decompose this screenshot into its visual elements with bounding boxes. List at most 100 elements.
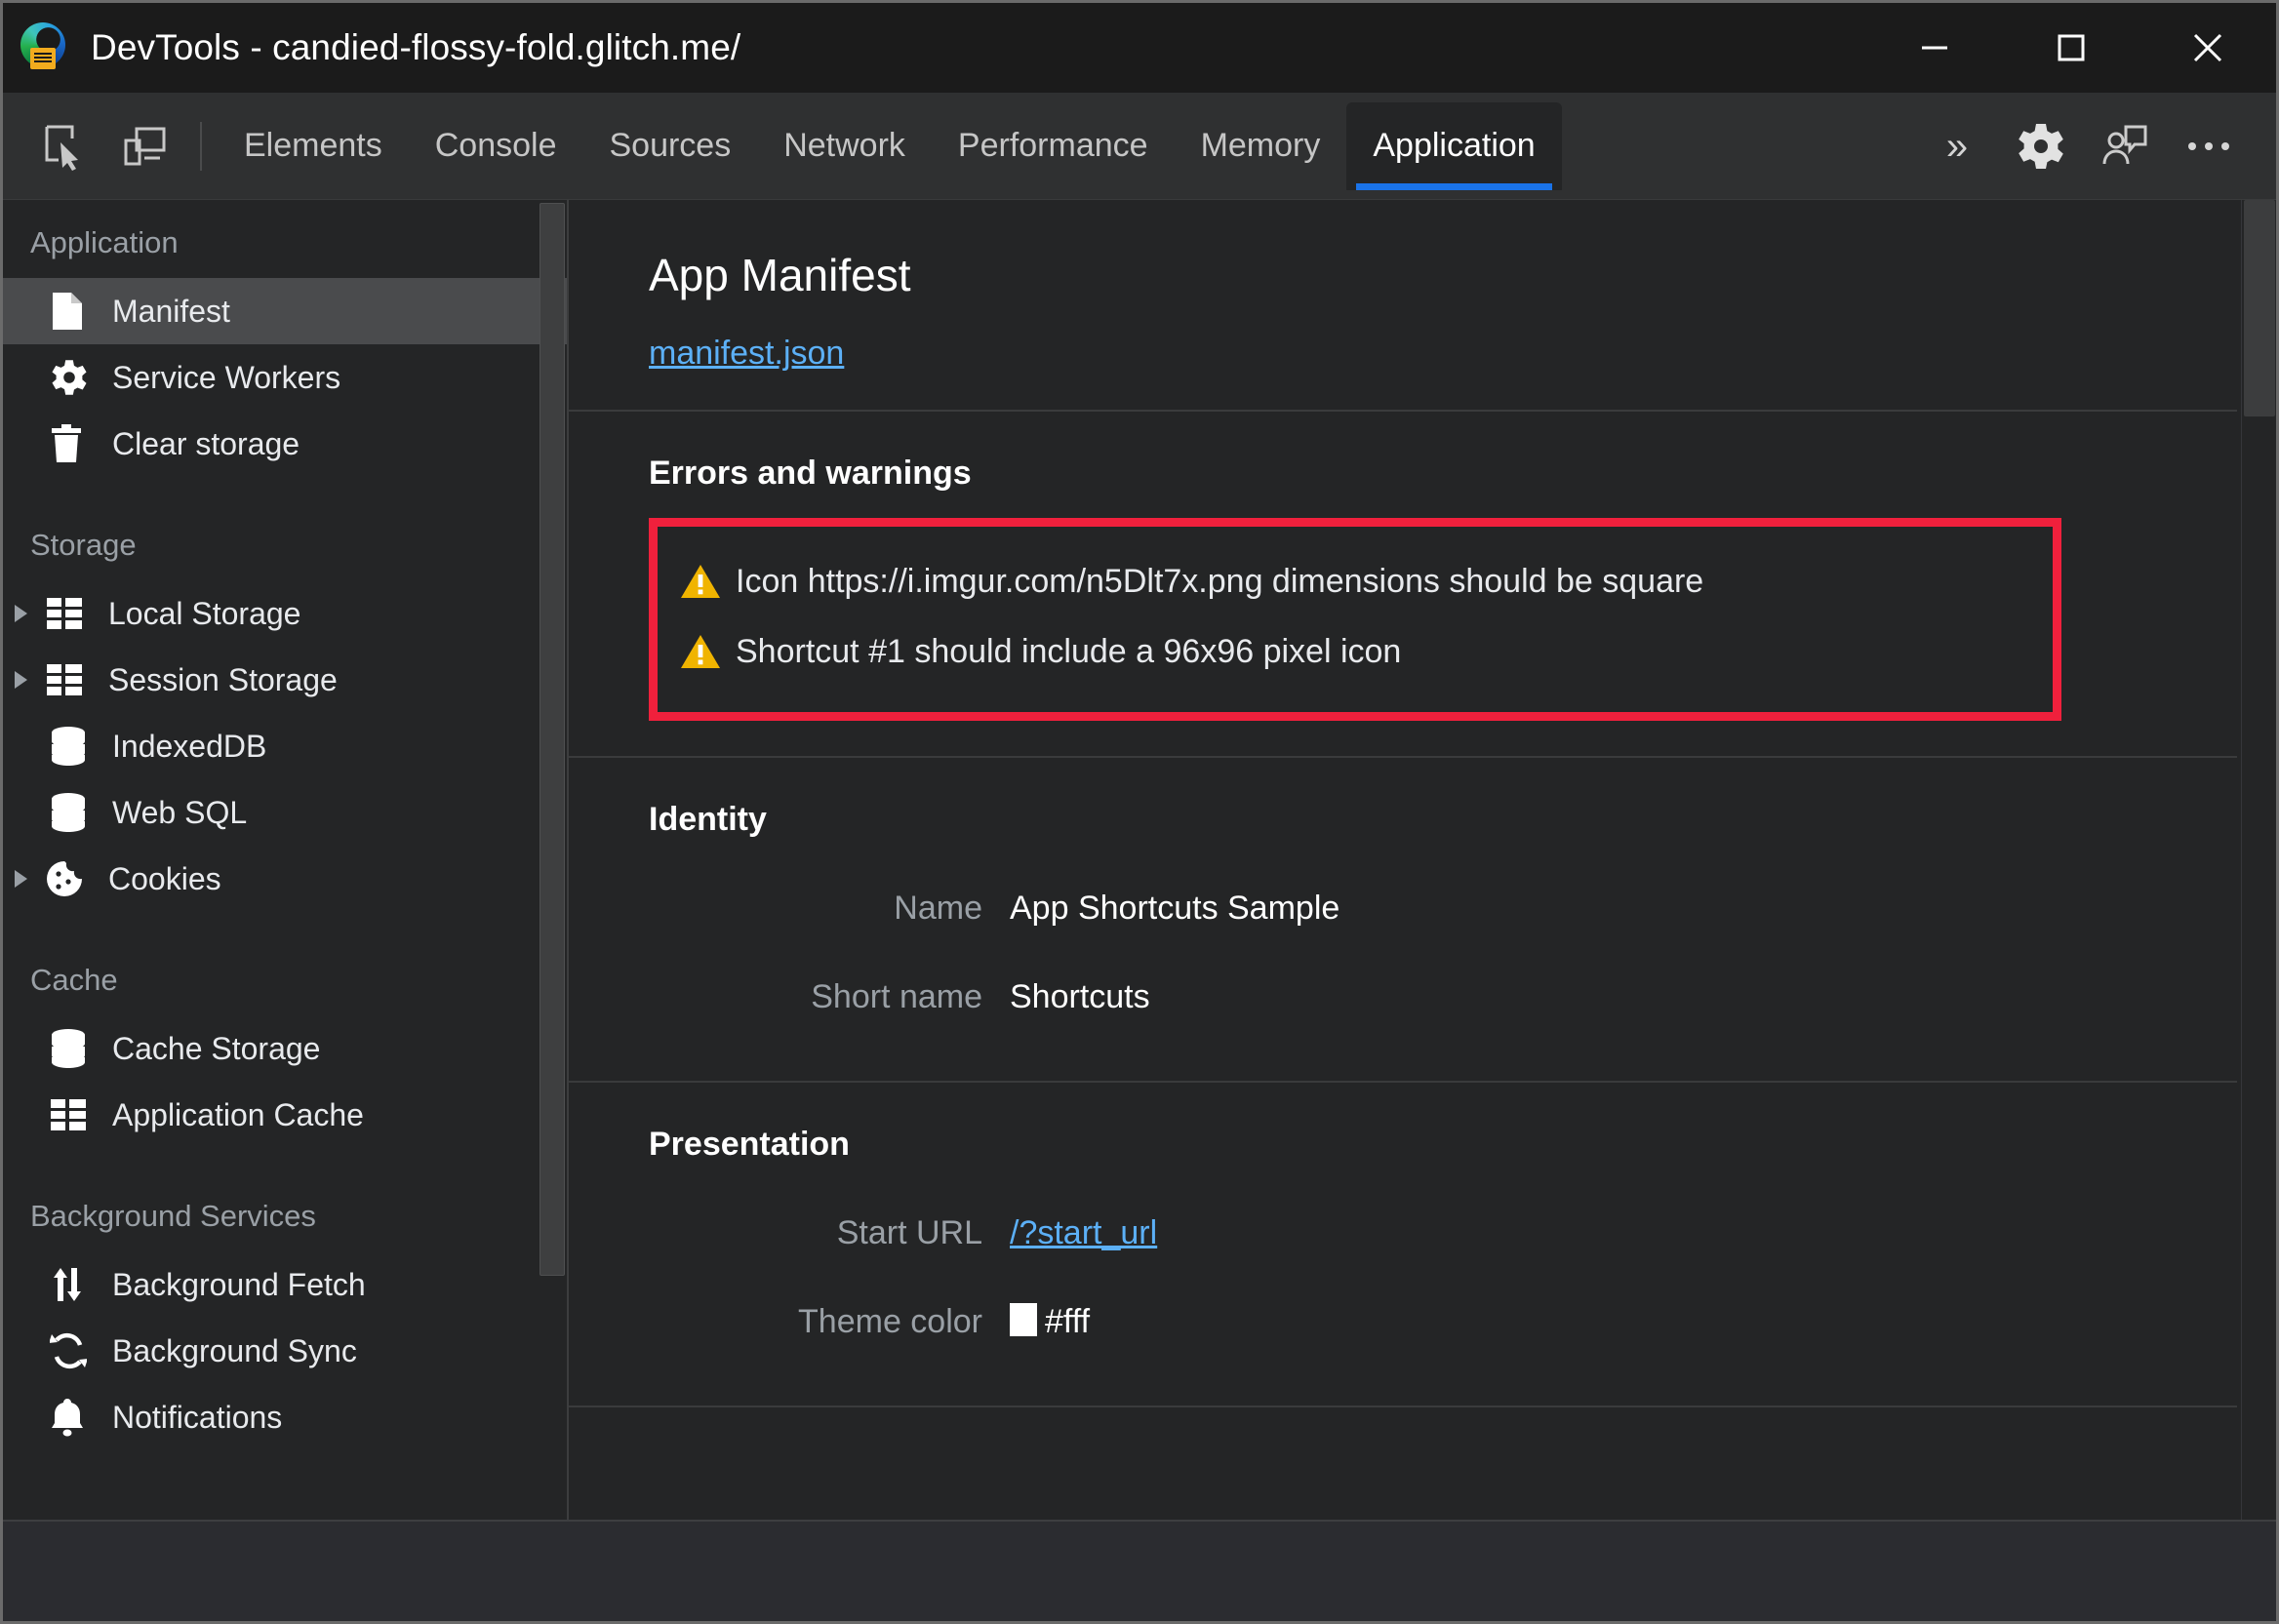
sidebar-item-background-sync[interactable]: Background Sync xyxy=(3,1318,567,1384)
sidebar-scrollbar[interactable] xyxy=(540,200,565,1621)
sidebar-item-label: Application Cache xyxy=(112,1097,364,1132)
tab-sources[interactable]: Sources xyxy=(582,102,757,190)
database-icon xyxy=(50,726,100,767)
tab-network[interactable]: Network xyxy=(757,102,932,190)
sidebar-item-application-cache[interactable]: Application Cache xyxy=(3,1082,567,1148)
sidebar-group-application: Application xyxy=(30,225,179,259)
minimize-button[interactable] xyxy=(1866,3,2003,93)
sidebar-item-label: Session Storage xyxy=(108,662,338,697)
sidebar-item-label: IndexedDB xyxy=(112,729,267,764)
presentation-heading: Presentation xyxy=(649,1126,850,1163)
sidebar-item-clear-storage[interactable]: Clear storage xyxy=(3,411,567,477)
database-icon xyxy=(50,792,100,833)
identity-name-field: Name App Shortcuts Sample xyxy=(649,864,2237,953)
device-toolbar-icon[interactable] xyxy=(104,106,184,186)
toolbar-actions: » xyxy=(1915,104,2276,188)
sidebar-item-background-fetch[interactable]: Background Fetch xyxy=(3,1251,567,1318)
sidebar-item-label: Web SQL xyxy=(112,795,248,830)
database-icon xyxy=(50,1028,100,1069)
field-label: Name xyxy=(894,890,982,927)
field-label: Theme color xyxy=(798,1303,982,1340)
sidebar-item-cache-storage[interactable]: Cache Storage xyxy=(3,1015,567,1082)
theme-color-hex: #fff xyxy=(1045,1303,1091,1340)
expand-triangle-icon[interactable] xyxy=(15,870,46,888)
sidebar-item-indexeddb[interactable]: IndexedDB xyxy=(3,713,567,779)
devtools-content: Application Manifest Service Workers Cle… xyxy=(3,200,2276,1621)
sidebar-item-label: Background Fetch xyxy=(112,1267,366,1302)
sidebar-item-local-storage[interactable]: Local Storage xyxy=(3,580,567,647)
manifest-scrollbar-thumb[interactable] xyxy=(2244,200,2275,416)
manifest-scrollbar[interactable] xyxy=(2241,200,2276,1621)
more-options-icon[interactable] xyxy=(2167,104,2251,188)
errors-highlight-box: Icon https://i.imgur.com/n5Dlt7x.png dim… xyxy=(649,518,2061,721)
sidebar-item-service-workers[interactable]: Service Workers xyxy=(3,344,567,411)
toolbar-divider xyxy=(200,121,202,171)
sidebar-item-label: Manifest xyxy=(112,294,230,329)
sidebar-item-session-storage[interactable]: Session Storage xyxy=(3,647,567,713)
sidebar-scrollbar-thumb[interactable] xyxy=(540,203,565,1276)
application-sidebar: Application Manifest Service Workers Cle… xyxy=(3,200,569,1621)
identity-heading: Identity xyxy=(649,801,767,838)
sync-icon xyxy=(50,1331,100,1370)
expand-triangle-icon[interactable] xyxy=(15,671,46,689)
warning-text: Icon https://i.imgur.com/n5Dlt7x.png dim… xyxy=(736,562,1704,600)
presentation-start-url-field: Start URL /?start_url xyxy=(649,1189,2237,1278)
field-value: Shortcuts xyxy=(1010,978,1150,1015)
sidebar-item-label: Clear storage xyxy=(112,426,300,461)
manifest-panel: App Manifest manifest.json Errors and wa… xyxy=(569,200,2276,1621)
sidebar-item-cookies[interactable]: Cookies xyxy=(3,846,567,912)
sidebar-group-storage: Storage xyxy=(30,528,137,562)
sidebar-item-label: Service Workers xyxy=(112,360,341,395)
field-label: Short name xyxy=(811,978,982,1015)
expand-triangle-icon[interactable] xyxy=(15,605,46,622)
tab-application[interactable]: Application xyxy=(1346,101,1562,190)
more-tabs-chevron-icon[interactable]: » xyxy=(1915,104,1999,188)
sidebar-item-web-sql[interactable]: Web SQL xyxy=(3,779,567,846)
status-bar xyxy=(3,1520,2276,1621)
warning-row: Icon https://i.imgur.com/n5Dlt7x.png dim… xyxy=(658,546,2053,616)
tab-console[interactable]: Console xyxy=(409,102,583,190)
bell-icon xyxy=(50,1397,100,1438)
warning-triangle-icon xyxy=(679,630,722,673)
field-label: Start URL xyxy=(836,1214,982,1251)
devtools-window: DevTools - candied-flossy-fold.glitch.me… xyxy=(0,0,2279,1624)
sidebar-item-label: Background Sync xyxy=(112,1333,357,1368)
table-icon xyxy=(46,663,97,696)
sidebar-item-notifications[interactable]: Notifications xyxy=(3,1384,567,1450)
color-swatch xyxy=(1010,1303,1037,1336)
document-icon xyxy=(50,291,100,332)
presentation-section: Presentation Start URL /?start_url Theme… xyxy=(569,1083,2237,1407)
manifest-header-section: App Manifest manifest.json xyxy=(569,200,2237,412)
identity-section: Identity Name App Shortcuts Sample Short… xyxy=(569,758,2237,1083)
close-button[interactable] xyxy=(2139,3,2276,93)
errors-heading: Errors and warnings xyxy=(649,455,972,492)
edge-devtools-logo-icon xyxy=(19,22,69,73)
window-controls xyxy=(1866,3,2276,93)
sidebar-item-label: Local Storage xyxy=(108,596,301,631)
tab-elements[interactable]: Elements xyxy=(218,102,409,190)
window-title: DevTools - candied-flossy-fold.glitch.me… xyxy=(91,27,741,67)
manifest-json-link[interactable]: manifest.json xyxy=(649,335,844,373)
field-value: App Shortcuts Sample xyxy=(1010,890,1340,927)
page-title: App Manifest xyxy=(649,250,911,300)
title-bar: DevTools - candied-flossy-fold.glitch.me… xyxy=(3,3,2276,93)
sidebar-item-manifest[interactable]: Manifest xyxy=(3,278,567,344)
theme-color-value: #fff xyxy=(1010,1303,1090,1341)
sidebar-group-cache: Cache xyxy=(30,963,118,997)
start-url-link[interactable]: /?start_url xyxy=(1010,1214,1157,1252)
maximize-button[interactable] xyxy=(2003,3,2139,93)
sidebar-item-label: Notifications xyxy=(112,1400,283,1435)
tab-memory[interactable]: Memory xyxy=(1175,102,1347,190)
identity-short-name-field: Short name Shortcuts xyxy=(649,953,2237,1042)
devtools-toolbar: Elements Console Sources Network Perform… xyxy=(3,93,2276,200)
tab-performance[interactable]: Performance xyxy=(932,102,1175,190)
feedback-icon[interactable] xyxy=(2083,104,2167,188)
warning-triangle-icon xyxy=(679,560,722,603)
errors-and-warnings-section: Errors and warnings Icon https://i.imgur… xyxy=(569,412,2237,758)
warning-text: Shortcut #1 should include a 96x96 pixel… xyxy=(736,632,1402,670)
settings-gear-icon[interactable] xyxy=(1999,104,2083,188)
inspect-element-icon[interactable] xyxy=(24,106,104,186)
gear-icon xyxy=(50,358,100,397)
trash-icon xyxy=(50,423,100,464)
sidebar-item-label: Cookies xyxy=(108,861,221,896)
